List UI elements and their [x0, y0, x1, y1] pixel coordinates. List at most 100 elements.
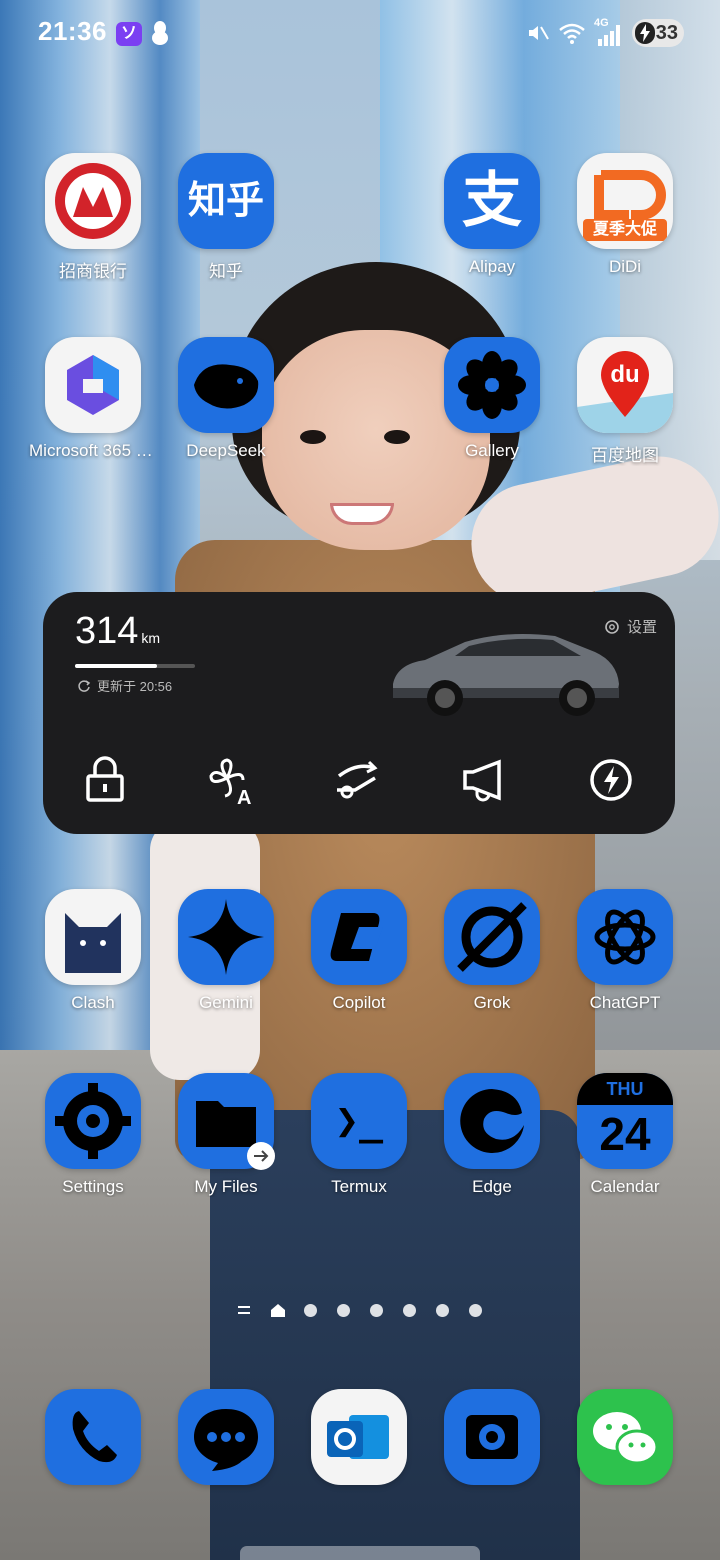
app-label: DeepSeek: [186, 441, 266, 460]
battery-charging-icon: 33: [632, 19, 684, 47]
svg-text:A: A: [237, 787, 251, 808]
settings-gear-icon: [45, 1073, 141, 1169]
copilot-icon: [311, 889, 407, 985]
app-grok[interactable]: Grok: [426, 889, 558, 1013]
messages-icon: [178, 1389, 274, 1485]
alipay-glyph: 支: [462, 167, 522, 234]
dock-wechat[interactable]: [559, 1389, 691, 1485]
page-dot[interactable]: [370, 1304, 383, 1317]
wifi-icon: [559, 23, 585, 44]
app-calendar[interactable]: THU 24 Calendar: [559, 1073, 691, 1197]
charge-icon[interactable]: [583, 752, 639, 808]
phone-icon: [45, 1389, 141, 1485]
range-bar: [75, 664, 195, 668]
app-alipay[interactable]: 支 Alipay: [426, 153, 558, 277]
didi-icon: 夏季大促: [577, 153, 673, 249]
page-dot[interactable]: [403, 1304, 416, 1317]
updated-text: 更新于 20:56: [97, 679, 173, 694]
didi-badge: 夏季大促: [583, 219, 667, 241]
app-clash[interactable]: Clash: [27, 889, 159, 1013]
app-label: Edge: [472, 1177, 512, 1196]
shortcut-arrow-icon: [247, 1142, 275, 1170]
horn-icon[interactable]: [457, 752, 513, 808]
app-deepseek[interactable]: DeepSeek: [160, 337, 292, 461]
microsoft-365-icon: [45, 337, 141, 433]
update-status[interactable]: 更新于 20:56: [77, 676, 172, 695]
app-cmb-bank[interactable]: 招商银行: [27, 153, 159, 282]
calendar-icon: THU 24: [577, 1073, 673, 1169]
calendar-weekday: THU: [606, 1079, 644, 1099]
baidu-maps-icon: du: [577, 337, 673, 433]
terminal-icon: ❯_: [311, 1073, 407, 1169]
app-chatgpt[interactable]: ChatGPT: [559, 889, 691, 1013]
refresh-icon: [78, 679, 91, 692]
app-label: Gallery: [465, 441, 519, 460]
app-label: Alipay: [468, 257, 516, 276]
dock-camera[interactable]: [426, 1389, 558, 1485]
app-label: Settings: [62, 1177, 124, 1196]
app-label: DiDi: [608, 257, 642, 276]
app-edge[interactable]: Edge: [426, 1073, 558, 1197]
zhihu-glyph: 知乎: [187, 180, 264, 222]
trunk-icon[interactable]: [329, 752, 385, 808]
signal-icon: 4G: [594, 17, 624, 47]
gemini-star-icon: [178, 889, 274, 985]
lock-icon[interactable]: [77, 752, 133, 808]
page-dot[interactable]: [337, 1304, 350, 1317]
feed-menu-icon[interactable]: [238, 1304, 250, 1316]
qq-penguin-icon: [152, 21, 168, 45]
gesture-bar[interactable]: [240, 1546, 480, 1560]
outlook-icon: [311, 1389, 407, 1485]
range-value: 314: [75, 610, 139, 652]
app-didi[interactable]: 夏季大促 DiDi: [559, 153, 691, 277]
grok-icon: [444, 889, 540, 985]
page-dot[interactable]: [469, 1304, 482, 1317]
app-label: 知乎: [209, 262, 243, 281]
dock-outlook[interactable]: [293, 1389, 425, 1485]
chatgpt-icon: [577, 889, 673, 985]
dock-phone[interactable]: [27, 1389, 159, 1485]
app-gallery[interactable]: Gallery: [426, 337, 558, 461]
range-readout: 314 km: [75, 610, 160, 653]
app-label: Termux: [331, 1177, 387, 1196]
page-indicator[interactable]: [0, 1300, 720, 1320]
range-unit: km: [141, 630, 161, 646]
edge-icon: [444, 1073, 540, 1169]
car-widget[interactable]: 314 km 更新于 20:56 设置 A: [43, 592, 675, 834]
app-gemini[interactable]: Gemini: [160, 889, 292, 1013]
app-label: My Files: [194, 1177, 258, 1196]
camera-icon: [444, 1389, 540, 1485]
deepseek-whale-icon: [178, 337, 274, 433]
app-microsoft-365[interactable]: Microsoft 365 (Of...: [27, 337, 159, 461]
unknown-purple-app-icon: ソ: [116, 22, 142, 46]
clock: 21:36: [38, 16, 107, 46]
app-baidu-maps[interactable]: du 百度地图: [559, 337, 691, 466]
app-my-files[interactable]: My Files: [160, 1073, 292, 1197]
alipay-icon: 支: [444, 153, 540, 249]
car-image: [393, 634, 619, 716]
cmb-bank-icon: [45, 153, 141, 249]
app-label: Calendar: [590, 1177, 660, 1196]
gallery-flower-icon: [444, 337, 540, 433]
app-copilot[interactable]: Copilot: [293, 889, 425, 1013]
app-zhihu[interactable]: 知乎 知乎: [160, 153, 292, 282]
app-termux[interactable]: ❯_ Termux: [293, 1073, 425, 1197]
home-page-icon[interactable]: [270, 1302, 286, 1318]
app-label: Copilot: [332, 993, 386, 1012]
app-label: 招商银行: [59, 262, 127, 281]
settings-label: 设置: [626, 619, 657, 636]
app-settings[interactable]: Settings: [27, 1073, 159, 1197]
wechat-icon: [577, 1389, 673, 1485]
page-dot[interactable]: [304, 1304, 317, 1317]
range-bar-fill: [75, 664, 157, 668]
clash-cat-icon: [45, 889, 141, 985]
baidu-glyph: du: [610, 361, 640, 388]
app-label: Clash: [71, 993, 115, 1012]
dock-messages[interactable]: [160, 1389, 292, 1485]
app-label: Microsoft 365 (Of...: [29, 441, 159, 460]
page-dot[interactable]: [436, 1304, 449, 1317]
climate-fan-icon[interactable]: A: [203, 752, 259, 808]
mute-icon: [529, 26, 549, 40]
status-bar: 21:36 ソ 4G 33: [0, 0, 720, 68]
calendar-day: 24: [599, 1108, 651, 1160]
